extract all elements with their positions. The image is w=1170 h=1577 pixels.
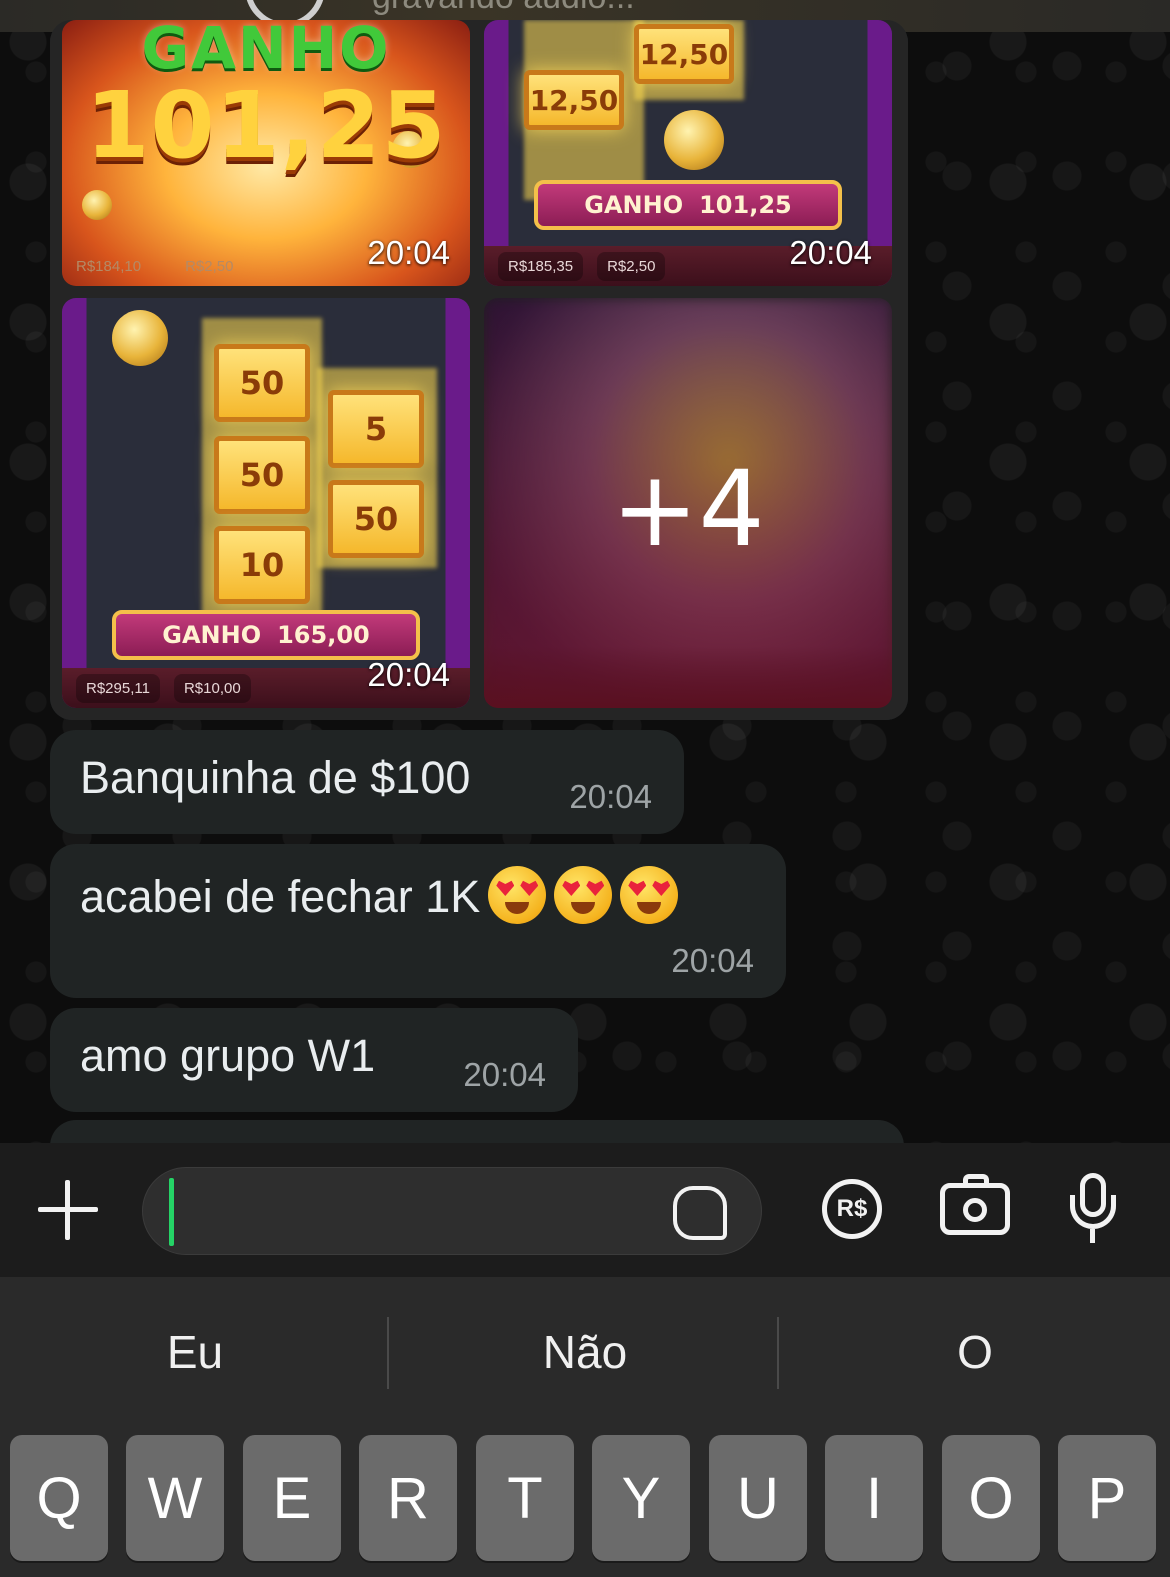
- key-w[interactable]: W: [126, 1435, 224, 1561]
- album-more-images[interactable]: +4: [484, 298, 892, 708]
- coin-icon: [112, 310, 168, 366]
- message-time: 20:04: [463, 1056, 546, 1093]
- bet-text: R$2,50: [185, 257, 234, 275]
- message-text: acabei de fechar 1K: [80, 871, 481, 922]
- heart-eyes-emoji-icon: [488, 866, 547, 924]
- win-label: GANHO: [162, 621, 262, 649]
- compose-bar: R$: [0, 1143, 1170, 1277]
- key-o[interactable]: O: [942, 1435, 1040, 1561]
- win-amount: 101,25: [85, 72, 447, 179]
- payment-rs-icon[interactable]: R$: [822, 1179, 882, 1239]
- payment-label: R$: [836, 1195, 868, 1222]
- bet-text: R$10,00: [173, 673, 251, 703]
- album-image-3[interactable]: 50 50 10 5 50 GANHO 165,00 R$295,11 R$10…: [62, 298, 470, 708]
- message-text-row: acabei de fechar 1K: [80, 866, 679, 924]
- key-y[interactable]: Y: [592, 1435, 690, 1561]
- win-amount: 101,25: [699, 191, 792, 219]
- text-caret: [169, 1178, 174, 1246]
- image-timestamp: 20:04: [367, 234, 450, 271]
- suggestion-bar: Eu Não O: [0, 1277, 1170, 1427]
- camera-icon[interactable]: [940, 1174, 1010, 1235]
- heart-eyes-emoji-icon: [554, 866, 613, 924]
- image-timestamp: 20:04: [367, 656, 450, 693]
- suggestion-divider: [777, 1317, 779, 1389]
- keyboard: Eu Não O Q W E R T Y U I O P: [0, 1277, 1170, 1577]
- slot-symbol: 12,50: [524, 70, 624, 130]
- message-text: Banquinha de $100: [80, 752, 471, 803]
- more-images-count: +4: [611, 448, 765, 570]
- win-label: GANHO: [584, 191, 684, 219]
- message-bubble[interactable]: Banquinha de $100 20:04: [50, 730, 684, 834]
- suggestion-2[interactable]: Não: [390, 1325, 780, 1379]
- image-timestamp: 20:04: [789, 234, 872, 271]
- balance-text: R$185,35: [498, 251, 584, 281]
- key-u[interactable]: U: [709, 1435, 807, 1561]
- message-input[interactable]: [142, 1167, 762, 1255]
- recording-status-text: gravando áudio...: [372, 0, 635, 17]
- key-p[interactable]: P: [1058, 1435, 1156, 1561]
- message-bubble[interactable]: acabei de fechar 1K 20:04: [50, 844, 786, 998]
- message-time: 20:04: [671, 942, 754, 979]
- key-e[interactable]: E: [243, 1435, 341, 1561]
- message-time: 20:04: [569, 778, 652, 815]
- key-i[interactable]: I: [825, 1435, 923, 1561]
- slot-symbol: 12,50: [634, 24, 734, 84]
- win-amount: 165,00: [277, 621, 370, 649]
- suggestion-divider: [387, 1317, 389, 1389]
- key-q[interactable]: Q: [10, 1435, 108, 1561]
- balance-text: R$184,10: [76, 257, 142, 275]
- coin-icon: [82, 190, 112, 220]
- album-image-1[interactable]: GANHO 101,25 R$184,10 R$2,50 20:04: [62, 20, 470, 286]
- slot-symbol: 5: [328, 390, 424, 468]
- key-r[interactable]: R: [359, 1435, 457, 1561]
- sticker-icon[interactable]: [673, 1186, 727, 1240]
- heart-eyes-emoji-icon: [620, 866, 679, 924]
- slot-symbol: 50: [214, 436, 310, 514]
- win-plate: GANHO 101,25: [534, 180, 842, 230]
- balance-text: R$295,11: [76, 673, 160, 703]
- microphone-icon[interactable]: [1068, 1173, 1118, 1247]
- message-text: amo grupo W1: [80, 1030, 376, 1081]
- key-t[interactable]: T: [476, 1435, 574, 1561]
- coin-icon: [664, 110, 724, 170]
- slot-symbol: 10: [214, 526, 310, 604]
- suggestion-3[interactable]: O: [780, 1325, 1170, 1379]
- slot-symbol: 50: [328, 480, 424, 558]
- win-plate: GANHO 165,00: [112, 610, 420, 660]
- suggestion-1[interactable]: Eu: [0, 1325, 390, 1379]
- plus-icon[interactable]: [36, 1178, 100, 1242]
- album-image-2[interactable]: 12,50 12,50 GANHO 101,25 R$185,35 R$2,50…: [484, 20, 892, 286]
- message-bubble[interactable]: amo grupo W1 20:04: [50, 1008, 578, 1112]
- bet-text: R$2,50: [597, 251, 666, 281]
- slot-symbol: 50: [214, 344, 310, 422]
- image-album[interactable]: GANHO 101,25 R$184,10 R$2,50 20:04 12,50…: [50, 20, 908, 720]
